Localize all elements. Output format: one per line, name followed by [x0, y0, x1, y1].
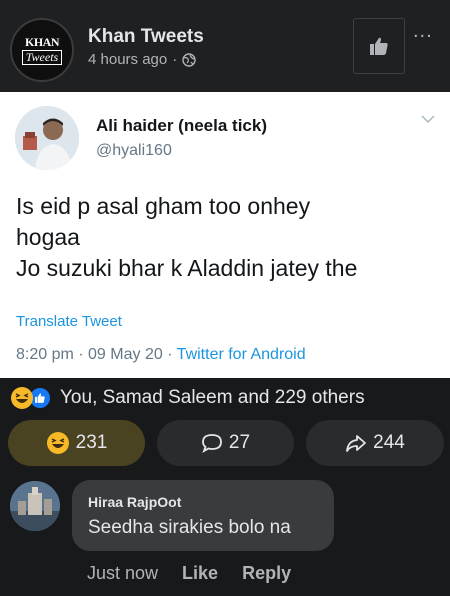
tweet-footer: 8:20 pm · 09 May 20 · Twitter for Androi…	[16, 346, 306, 364]
share-icon	[346, 435, 367, 452]
page-logo-subtext: Tweets	[21, 49, 63, 65]
reactions-summary[interactable]: You, Samad Saleem and 229 others	[10, 385, 365, 411]
commenter-avatar[interactable]	[10, 481, 60, 531]
globe-icon	[182, 52, 196, 67]
comment-time: Just now	[87, 563, 159, 583]
reactions-summary-text: You, Samad Saleem and 229 others	[60, 387, 365, 408]
meta-separator: ·	[172, 51, 178, 68]
comment-like-button[interactable]: Like	[182, 563, 218, 584]
like-page-button[interactable]	[353, 18, 405, 74]
reaction-count: 231	[75, 432, 108, 453]
haha-reaction-icon	[11, 387, 33, 409]
post-meta: 4 hours ago ·	[88, 51, 196, 68]
tweet-source: Twitter for Android	[176, 346, 306, 363]
comment-reply-button[interactable]: Reply	[242, 563, 291, 584]
tweet-timestamp: 8:20 pm · 09 May 20 ·	[16, 346, 177, 363]
translate-tweet-link: Translate Tweet	[16, 313, 122, 330]
comment-button[interactable]: 27	[157, 420, 294, 466]
comment-text: Seedha sirakies bolo na	[88, 517, 291, 538]
thumbs-up-icon	[370, 37, 388, 55]
post-time[interactable]: 4 hours ago	[88, 51, 167, 68]
comment-count: 27	[228, 432, 251, 453]
more-options-icon[interactable]: ...	[413, 21, 433, 41]
haha-reaction-icon	[46, 432, 69, 454]
reaction-button[interactable]: 231	[8, 420, 145, 466]
tweet-card: Ali haider (neela tick) @hyali160 Is eid…	[0, 92, 450, 378]
share-button[interactable]: 244	[306, 420, 444, 466]
commenter-name[interactable]: Hiraa RajpOot	[88, 494, 181, 510]
comment-icon	[202, 434, 222, 453]
comment-bubble: Hiraa RajpOot Seedha sirakies bolo na	[72, 480, 334, 551]
share-count: 244	[373, 432, 405, 453]
tweet-text-line: Is eid p asal gham too onhey	[16, 193, 311, 219]
tweet-text-line: Jo suzuki bhar k Aladdin jatey the	[16, 255, 358, 281]
tweet-author-handle: @hyali160	[96, 142, 172, 159]
comment-actions: Just now Like Reply	[87, 563, 291, 584]
tweet-author-name: Ali haider (neela tick)	[96, 116, 267, 135]
tweet-author-avatar	[15, 106, 79, 170]
chevron-down-icon	[421, 115, 435, 124]
tweet-text: Is eid p asal gham too onhey hogaa Jo su…	[16, 191, 441, 284]
page-name[interactable]: Khan Tweets	[88, 26, 204, 48]
page-logo-text: KHAN	[25, 34, 60, 49]
post-header: KHAN Tweets Khan Tweets 4 hours ago · ..…	[0, 0, 450, 92]
tweet-text-line: hogaa	[16, 224, 80, 250]
page-avatar[interactable]: KHAN Tweets	[10, 18, 74, 82]
